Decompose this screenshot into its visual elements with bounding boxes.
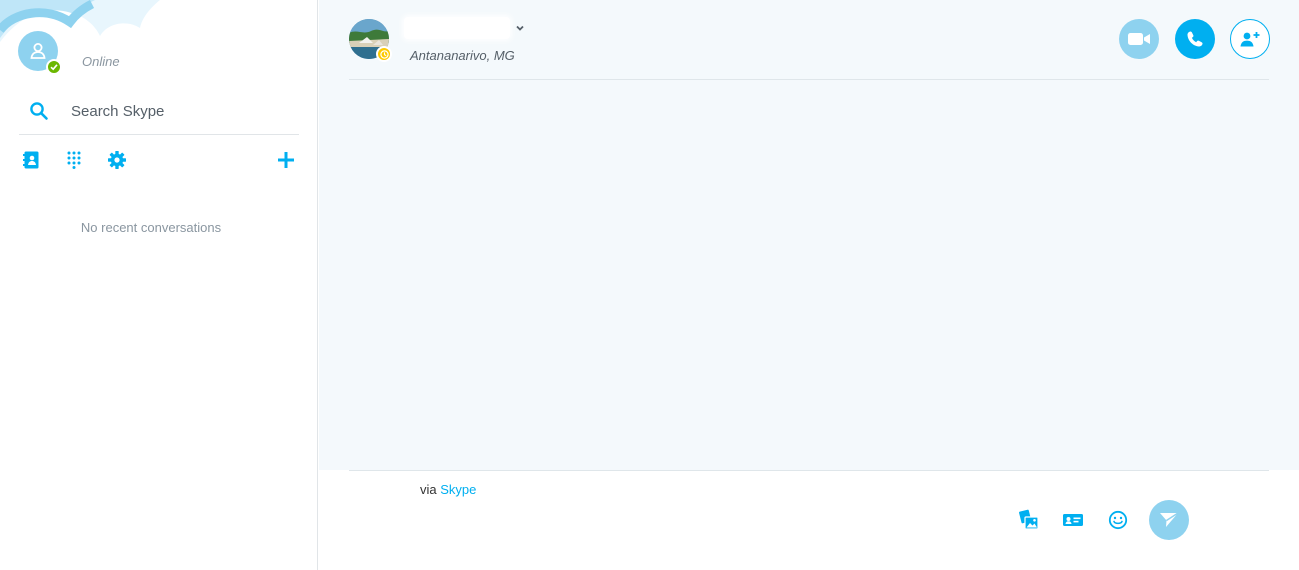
search-bar[interactable]: Search Skype: [19, 88, 299, 135]
emoticon-button[interactable]: [1106, 508, 1130, 532]
new-conversation-button[interactable]: [273, 146, 299, 174]
settings-button[interactable]: [104, 146, 130, 174]
send-media-button[interactable]: [1017, 508, 1041, 532]
contacts-button[interactable]: [19, 146, 45, 174]
message-area[interactable]: [319, 81, 1299, 470]
compose-area: via Skype: [319, 470, 1299, 570]
send-contact-button[interactable]: [1061, 508, 1085, 532]
contact-name-redacted[interactable]: [404, 17, 510, 39]
via-skype-link[interactable]: Skype: [440, 482, 476, 497]
phone-icon: [1187, 31, 1203, 47]
my-status-text[interactable]: Online: [82, 54, 120, 69]
audio-call-button[interactable]: [1175, 19, 1215, 59]
chevron-down-icon[interactable]: [514, 22, 526, 34]
video-call-button[interactable]: [1119, 19, 1159, 59]
conversation-pane: Antananarivo, MG via Skype: [319, 0, 1299, 570]
compose-divider: [349, 470, 1269, 471]
gear-icon: [108, 151, 126, 169]
dialpad-button[interactable]: [61, 146, 87, 174]
search-placeholder: Search Skype: [71, 102, 165, 120]
online-status-badge: [46, 59, 62, 75]
smiley-icon: [1108, 510, 1128, 530]
add-person-icon: [1240, 32, 1260, 47]
sidebar-toolbar: [19, 146, 299, 174]
contact-location: Antananarivo, MG: [410, 48, 515, 63]
search-icon: [19, 101, 59, 121]
video-camera-icon: [1128, 33, 1150, 45]
plus-icon: [278, 152, 294, 168]
no-recent-conversations-text: No recent conversations: [80, 220, 222, 235]
user-silhouette-icon: [30, 43, 46, 59]
check-icon: [50, 64, 58, 71]
dialpad-icon: [67, 151, 81, 169]
add-people-button[interactable]: [1230, 19, 1270, 59]
send-message-button[interactable]: [1149, 500, 1189, 540]
clock-icon: [379, 49, 389, 59]
contacts-book-icon: [23, 151, 39, 169]
send-arrow-icon: [1160, 512, 1179, 527]
via-prefix: via: [420, 482, 437, 497]
away-status-badge: [376, 46, 392, 62]
conversation-header: Antananarivo, MG: [349, 0, 1270, 80]
sidebar: Online Search Skype No recent conversati…: [0, 0, 318, 570]
send-media-icon: [1019, 509, 1039, 530]
contact-card-icon: [1063, 514, 1083, 526]
via-skype-text: via Skype: [420, 482, 476, 497]
